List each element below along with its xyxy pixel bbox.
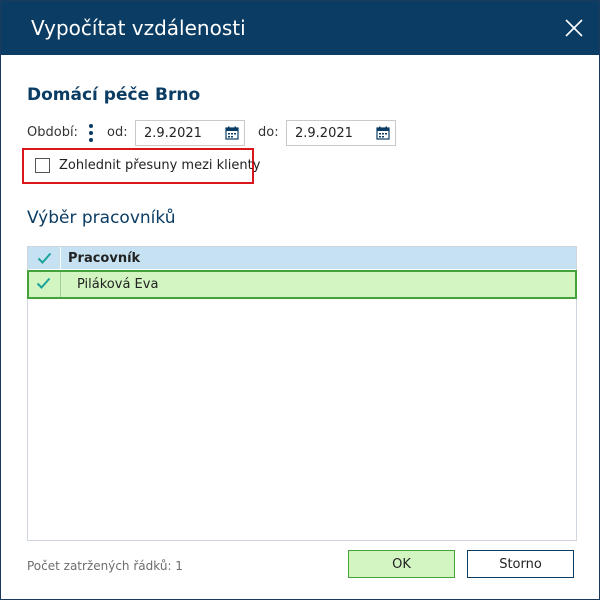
checkmark-icon <box>37 252 52 264</box>
to-label: do: <box>258 125 279 140</box>
checkmark-icon <box>36 277 51 289</box>
close-button[interactable] <box>561 15 587 41</box>
from-date-value: 2.9.2021 <box>144 126 202 141</box>
to-date-input[interactable]: 2.9.2021 <box>286 120 396 146</box>
calendar-icon[interactable] <box>376 126 390 140</box>
from-label: od: <box>107 125 128 140</box>
to-date-value: 2.9.2021 <box>295 126 353 141</box>
workers-grid: Pracovník Piláková Eva <box>27 246 577 541</box>
checked-rows-count: Počet zatržených řádků: 1 <box>27 559 183 573</box>
worker-name: Piláková Eva <box>77 277 159 292</box>
row-checkbox[interactable] <box>29 272 61 297</box>
period-label: Období: <box>27 125 78 140</box>
dialog-title: Vypočítat vzdálenosti <box>31 16 246 40</box>
organization-name: Domácí péče Brno <box>27 85 201 105</box>
distance-dialog: Vypočítat vzdálenosti Domácí péče Brno O… <box>0 0 600 600</box>
workers-section-title: Výběr pracovníků <box>27 208 176 228</box>
calendar-icon[interactable] <box>225 126 239 140</box>
from-date-input[interactable]: 2.9.2021 <box>135 120 245 146</box>
period-row: Období: od: 2.9.2021 do: 2.9.2021 <box>27 120 407 146</box>
column-header-worker[interactable]: Pracovník <box>68 251 140 266</box>
ok-button[interactable]: OK <box>348 550 455 578</box>
consider-transfers-checkbox[interactable] <box>35 158 50 173</box>
select-all-checkbox[interactable] <box>28 247 61 269</box>
table-row[interactable]: Piláková Eva <box>27 270 577 299</box>
close-icon <box>565 19 583 37</box>
consider-transfers-label[interactable]: Zohlednit přesuny mezi klienty <box>59 158 260 173</box>
cancel-button[interactable]: Storno <box>467 550 574 578</box>
grid-header: Pracovník <box>28 247 576 269</box>
title-bar: Vypočítat vzdálenosti <box>1 1 599 55</box>
kebab-menu-icon[interactable] <box>87 123 95 143</box>
